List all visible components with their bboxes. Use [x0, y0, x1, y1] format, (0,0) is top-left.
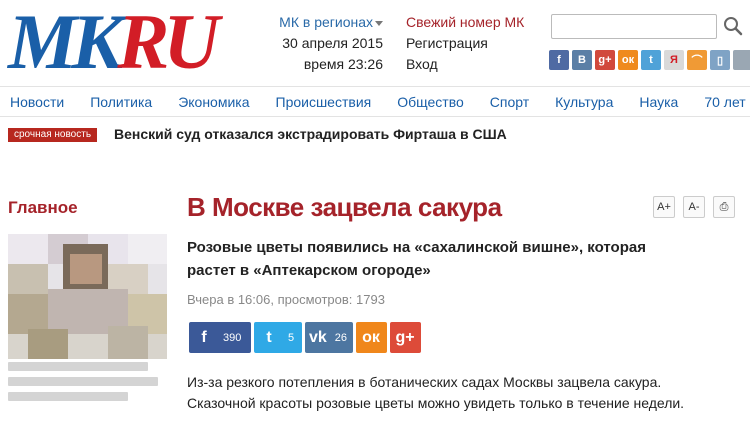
- googleplus-share-button[interactable]: g+: [390, 322, 421, 353]
- twitter-icon[interactable]: t: [641, 50, 661, 70]
- breaking-news-headline[interactable]: Венский суд отказался экстрадировать Фир…: [114, 126, 507, 142]
- font-decrease-button[interactable]: A-: [683, 196, 705, 218]
- share-count: 390: [223, 331, 242, 344]
- article-lead: Розовые цветы появились на «сахалинской …: [187, 239, 646, 279]
- nav-item[interactable]: Экономика: [178, 94, 249, 110]
- header-links: Свежий номер МК Регистрация Вход: [406, 12, 524, 75]
- region-selector[interactable]: МК в регионах: [279, 14, 373, 30]
- blurred-text-line: [8, 362, 148, 371]
- chevron-down-icon[interactable]: [375, 20, 383, 26]
- facebook-icon[interactable]: f: [549, 50, 569, 70]
- article-meta: Вчера в 16:06, просмотров: 1793: [187, 292, 385, 307]
- nav-item[interactable]: Политика: [90, 94, 152, 110]
- sidebar-news-thumbnail[interactable]: [8, 234, 167, 359]
- main-navigation: Новости Политика Экономика Происшествия Обще…: [0, 86, 750, 117]
- twitter-share-button[interactable]: t5: [254, 322, 302, 353]
- nav-item[interactable]: Новости: [10, 94, 64, 110]
- blurred-photo: [8, 234, 167, 359]
- article-body: Из-за резкого потепления в ботанических …: [187, 374, 685, 411]
- site-logo[interactable]: MKRU: [8, 3, 248, 81]
- breaking-news-badge: срочная новость: [8, 128, 98, 142]
- font-increase-button[interactable]: A+: [653, 196, 675, 218]
- vkontakte-share-button[interactable]: vk 26: [305, 322, 353, 353]
- share-buttons: f 390 t 5 vk 26 ок g+: [189, 322, 421, 353]
- odnoklassniki-share-button[interactable]: ок: [356, 322, 387, 353]
- vkontakte-icon[interactable]: В: [572, 50, 592, 70]
- fresh-issue-link[interactable]: Свежий номер МК: [406, 12, 524, 33]
- sidebar-news-caption[interactable]: [8, 362, 158, 407]
- rss-icon[interactable]: ⌒: [687, 50, 707, 70]
- social-links: fВg+окtЯ⌒▯⊞: [549, 50, 750, 70]
- yandex-icon[interactable]: Я: [664, 50, 684, 70]
- register-link[interactable]: Регистрация: [406, 33, 524, 54]
- logo-mk: MK: [8, 0, 123, 85]
- nav-item[interactable]: Спорт: [490, 94, 529, 110]
- article-title: В Москве зацвела сакура: [187, 192, 502, 222]
- article-tools: A+ A- ⎙: [653, 196, 735, 218]
- share-count: 5: [288, 331, 295, 344]
- odnoklassniki-icon[interactable]: ок: [618, 50, 638, 70]
- search-icon: [724, 17, 743, 36]
- nav-item[interactable]: Общество: [397, 94, 464, 110]
- nav-item[interactable]: 70 лет: [704, 94, 745, 110]
- vkontakte-icon: vk: [308, 328, 327, 346]
- search-button[interactable]: [722, 15, 744, 37]
- search-input[interactable]: [551, 14, 717, 39]
- logo-ru: RU: [117, 0, 219, 85]
- facebook-icon: f: [201, 328, 207, 346]
- header-date: 30 апреля 2015: [282, 35, 383, 51]
- print-icon[interactable]: ⎙: [713, 196, 735, 218]
- header-date-block: МК в регионах 30 апреля 2015 время 23:26: [258, 12, 383, 75]
- mobile-icon[interactable]: ▯: [710, 50, 730, 70]
- login-link[interactable]: Вход: [406, 54, 524, 75]
- nav-item[interactable]: Культура: [555, 94, 613, 110]
- twitter-icon: t: [266, 328, 272, 346]
- odnoklassniki-icon: ок: [362, 328, 380, 346]
- nav-item[interactable]: Происшествия: [276, 94, 372, 110]
- blurred-text-line: [8, 392, 128, 401]
- googleplus-icon: g+: [395, 328, 415, 346]
- facebook-share-button[interactable]: f 390: [189, 322, 251, 353]
- header-time: время 23:26: [303, 56, 383, 72]
- share-count: 26: [334, 331, 347, 344]
- sidebar-main-heading[interactable]: Главное: [8, 198, 78, 218]
- googleplus-icon[interactable]: g+: [595, 50, 615, 70]
- blurred-text-line: [8, 377, 158, 386]
- nav-item[interactable]: Наука: [639, 94, 678, 110]
- apple-icon[interactable]: [733, 50, 750, 70]
